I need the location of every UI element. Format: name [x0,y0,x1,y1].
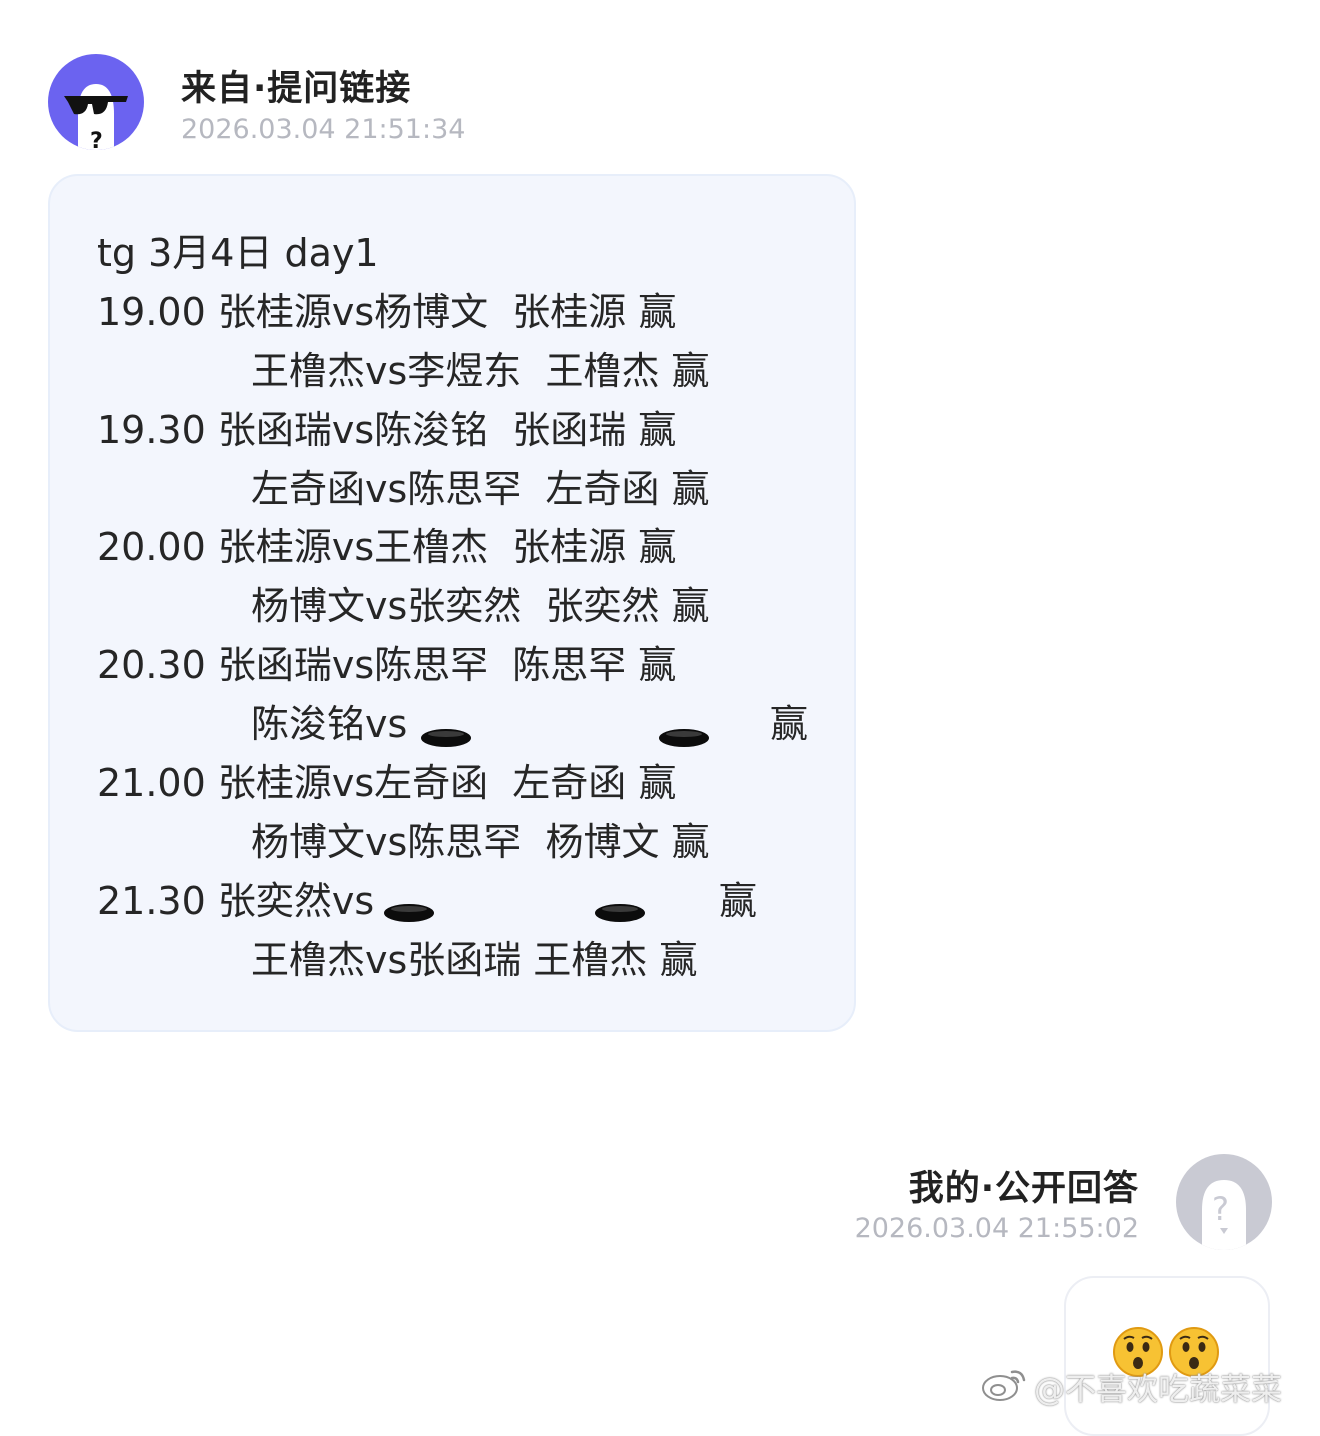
message-line: 20.00 张桂源vs王橹杰 张桂源 赢 [97,525,677,569]
message-line: tg 3月4日 day1 [97,231,379,275]
message-line: 20.30 张函瑞vs陈思罕 陈思罕 赢 [97,643,677,687]
reply-title: 我的·公开回答 [908,1169,1139,1209]
message-line: 19.30 张函瑞vs陈浚铭 张函瑞 赢 [97,408,677,452]
hole-emoji-icon [658,728,710,748]
message-line: 王橹杰vs张函瑞 王橹杰 赢 [251,938,698,982]
reply-timestamp: 2026.03.04 21:55:02 [854,1213,1139,1244]
message-line: 19.00 张桂源vs杨博文 张桂源 赢 [97,290,677,334]
message-line: 左奇函vs陈思罕 左奇函 赢 [251,467,710,511]
svg-text:?: ? [1212,1190,1229,1228]
sender-title: 来自·提问链接 [181,69,412,109]
svg-text:?: ? [90,129,103,150]
message-line: 21.00 张桂源vs左奇函 左奇函 赢 [97,761,677,805]
message-line: 赢 [719,879,758,923]
sunglasses-ghost-icon: ? [64,84,128,150]
message-line: 杨博文vs张奕然 张奕然 赢 [251,584,710,628]
message-line: 21.30 张奕然vs [97,879,375,923]
message-line: 陈浚铭vs [251,702,408,746]
weibo-logo-icon [980,1364,1028,1404]
watermark-text: @不喜欢吃蔬菜菜 [1034,1372,1282,1408]
hole-emoji-icon [594,903,646,923]
message-line: 赢 [770,702,809,746]
hole-emoji-icon [383,903,435,923]
question-avatar-icon: ? [1202,1180,1246,1250]
hole-emoji-icon [420,728,472,748]
message-line: 杨博文vs陈思罕 杨博文 赢 [251,820,710,864]
sender-avatar[interactable]: ? [48,54,144,150]
message-line: 王橹杰vs李煜东 王橹杰 赢 [251,349,710,393]
reply-avatar[interactable]: ? [1176,1154,1272,1250]
sender-timestamp: 2026.03.04 21:51:34 [181,114,466,145]
